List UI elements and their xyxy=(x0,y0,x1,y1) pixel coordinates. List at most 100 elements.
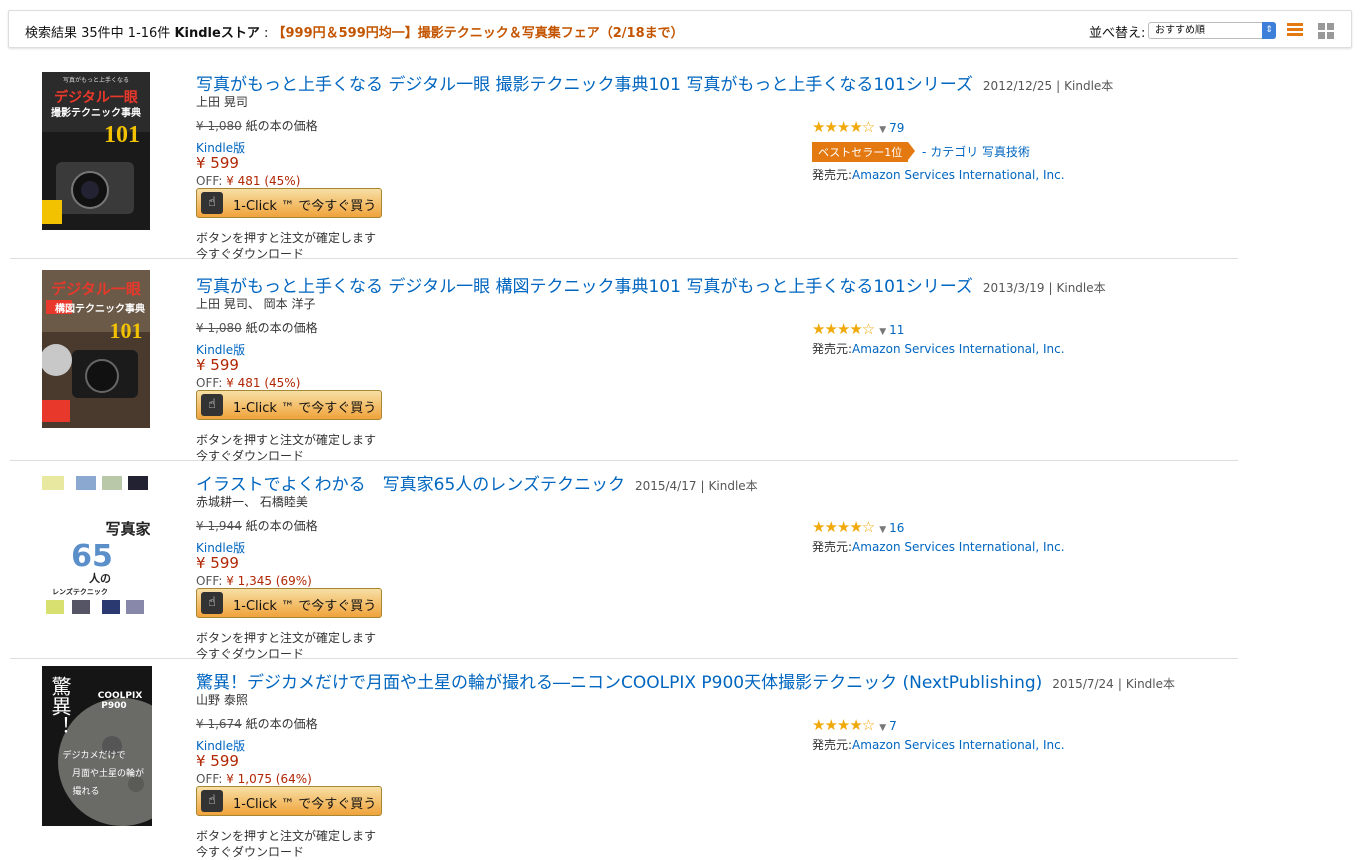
discount: OFF: ¥ 481 (45%) xyxy=(196,174,300,188)
cover-text: デジタル一眼 xyxy=(51,280,141,298)
store-name: Kindleストア xyxy=(174,26,260,41)
discount: OFF: ¥ 481 (45%) xyxy=(196,376,300,390)
star-rating-icon[interactable]: ★★★★☆ xyxy=(812,518,875,536)
off-amount: ¥ 1,345 (69%) xyxy=(226,574,312,588)
one-click-label: 1-Click ™ で今すぐ買う xyxy=(233,599,377,614)
confirm-note: ボタンを押すと注文が確定します 今すぐダウンロード xyxy=(196,230,376,262)
one-click-buy-button[interactable]: ☝ 1-Click ™ で今すぐ買う xyxy=(196,588,382,618)
star-rating-icon[interactable]: ★★★★☆ xyxy=(812,118,875,136)
paper-price-value: ¥ 1,080 xyxy=(196,119,242,133)
off-label: OFF: xyxy=(196,376,227,390)
results-summary: 検索結果 35件中 1-16件 Kindleストア : 【999円＆599円均一… xyxy=(25,22,684,41)
review-count-link[interactable]: 7 xyxy=(889,719,897,733)
category-link[interactable]: 写真技術 xyxy=(982,145,1030,159)
list-view-icon[interactable] xyxy=(1287,23,1303,39)
result-count: 検索結果 35件中 1-16件 xyxy=(25,26,171,41)
author: 山野 泰照 xyxy=(196,693,248,707)
seller-name-link[interactable]: Amazon Services International, Inc. xyxy=(852,342,1065,356)
book-cover[interactable]: デジタル一眼 構図テクニック事典 101 xyxy=(42,270,150,428)
format-label: Kindle本 xyxy=(1125,677,1176,691)
rating: ★★★★☆ ▼ 11 xyxy=(812,320,904,338)
pointer-hand-icon: ☝ xyxy=(201,394,223,416)
cover-text: COOLPIX xyxy=(98,691,143,701)
kindle-price: ¥ 599 xyxy=(196,154,239,172)
summary-separator: : xyxy=(259,26,273,41)
sort-dropdown[interactable]: おすすめ順 ⇕ xyxy=(1148,22,1276,39)
chevron-updown-icon: ⇕ xyxy=(1262,22,1276,39)
star-rating-icon[interactable]: ★★★★☆ xyxy=(812,716,875,734)
pointer-hand-icon: ☝ xyxy=(201,790,223,812)
paper-price-value: ¥ 1,674 xyxy=(196,717,242,731)
meta-divider: | xyxy=(1048,281,1053,295)
cover-text: 写真がもっと上手くなる xyxy=(63,76,129,84)
format-label: Kindle本 xyxy=(1064,79,1114,93)
seller: 発売元:Amazon Services International, Inc. xyxy=(812,736,1065,753)
title-row: イラストでよくわかる 写真家65人のレンズテクニック 2015/4/17 | Kind… xyxy=(196,470,758,495)
publish-date: 2015/7/24 xyxy=(1052,677,1114,691)
discount: OFF: ¥ 1,345 (69%) xyxy=(196,574,312,588)
off-label: OFF: xyxy=(196,174,227,188)
one-click-buy-button[interactable]: ☝ 1-Click ™ で今すぐ買う xyxy=(196,188,382,218)
result-item: 驚異！ COOLPIX P900 デジカメだけで 月面や土星の輪が 撮れる 驚異… xyxy=(10,658,1238,859)
seller-name-link[interactable]: Amazon Services International, Inc. xyxy=(852,168,1065,182)
paper-price: ¥ 1,944 紙の本の価格 xyxy=(196,517,318,534)
title-row: 写真がもっと上手くなる デジタル一眼 撮影テクニック事典101 写真がもっと上手… xyxy=(196,70,1113,95)
cover-text: 101 xyxy=(110,318,143,343)
rating: ★★★★☆ ▼ 7 xyxy=(812,716,897,734)
cover-text: デジカメだけで xyxy=(62,749,125,761)
seller: 発売元:Amazon Services International, Inc. xyxy=(812,538,1065,555)
confirm-line: ボタンを押すと注文が確定します xyxy=(196,829,377,843)
star-rating-icon[interactable]: ★★★★☆ xyxy=(812,320,875,338)
chevron-down-icon[interactable]: ▼ xyxy=(879,125,886,135)
paper-price: ¥ 1,080 紙の本の価格 xyxy=(196,117,318,134)
review-count-link[interactable]: 16 xyxy=(889,521,904,535)
result-item: 写真がもっと上手くなる デジタル一眼 撮影テクニック事典 101 写真がもっと上… xyxy=(10,60,1238,262)
meta-divider: | xyxy=(1056,79,1061,93)
format-label: Kindle本 xyxy=(708,479,758,493)
result-item: 写真家 65 人の レンズテクニック イラストでよくわかる 写真家65人のレンズ… xyxy=(10,460,1238,661)
paper-price-value: ¥ 1,944 xyxy=(196,519,242,533)
confirm-line: ボタンを押すと注文が確定します xyxy=(196,433,377,447)
book-cover[interactable]: 写真家 65 人の レンズテクニック xyxy=(42,474,150,632)
title-row: 驚異！デジカメだけで月面や土星の輪が撮れる―ニコンCOOLPIX P900天体撮… xyxy=(196,668,1175,693)
one-click-buy-button[interactable]: ☝ 1-Click ™ で今すぐ買う xyxy=(196,786,382,816)
bestseller-row: ベストセラー1位 - カテゴリ 写真技術 xyxy=(812,142,1030,162)
one-click-label: 1-Click ™ で今すぐ買う xyxy=(233,199,377,214)
meta-divider: | xyxy=(700,479,705,493)
seller-label: 発売元: xyxy=(812,342,853,356)
off-amount: ¥ 481 (45%) xyxy=(226,174,301,188)
chevron-down-icon[interactable]: ▼ xyxy=(879,723,886,733)
one-click-buy-button[interactable]: ☝ 1-Click ™ で今すぐ買う xyxy=(196,390,382,420)
grid-view-icon[interactable] xyxy=(1318,23,1335,40)
confirm-line: ボタンを押すと注文が確定します xyxy=(196,231,377,245)
cover-text: デジタル一眼 xyxy=(54,89,138,106)
author: 上田 晃司 xyxy=(196,95,248,109)
seller-label: 発売元: xyxy=(812,738,853,752)
book-title-link[interactable]: 写真がもっと上手くなる デジタル一眼 構図テクニック事典101 写真がもっと上手… xyxy=(196,277,973,297)
review-count-link[interactable]: 79 xyxy=(889,121,904,135)
sort-label: 並べ替え: xyxy=(1089,26,1146,41)
seller-name-link[interactable]: Amazon Services International, Inc. xyxy=(852,540,1065,554)
kindle-price: ¥ 599 xyxy=(196,356,239,374)
title-row: 写真がもっと上手くなる デジタル一眼 構図テクニック事典101 写真がもっと上手… xyxy=(196,272,1106,297)
cover-text: P900 xyxy=(101,701,126,711)
chevron-down-icon[interactable]: ▼ xyxy=(879,327,886,337)
book-cover[interactable]: 驚異！ COOLPIX P900 デジカメだけで 月面や土星の輪が 撮れる xyxy=(42,666,152,826)
kindle-price: ¥ 599 xyxy=(196,554,239,572)
review-count-link[interactable]: 11 xyxy=(889,323,904,337)
paper-price-label: 紙の本の価格 xyxy=(245,717,318,731)
book-cover[interactable]: 写真がもっと上手くなる デジタル一眼 撮影テクニック事典 101 xyxy=(42,72,150,230)
seller-name-link[interactable]: Amazon Services International, Inc. xyxy=(852,738,1065,752)
format-label: Kindle本 xyxy=(1056,281,1106,295)
cover-text: 撮れる xyxy=(72,785,99,797)
publish-date: 2015/4/17 xyxy=(634,479,697,493)
book-title-link[interactable]: 写真がもっと上手くなる デジタル一眼 撮影テクニック事典101 写真がもっと上手… xyxy=(196,75,973,95)
chevron-down-icon[interactable]: ▼ xyxy=(879,525,886,535)
cover-text: 構図テクニック事典 xyxy=(55,302,145,315)
paper-price-label: 紙の本の価格 xyxy=(245,519,318,533)
book-title-link[interactable]: イラストでよくわかる 写真家65人のレンズテクニック xyxy=(196,475,625,495)
seller: 発売元:Amazon Services International, Inc. xyxy=(812,166,1065,183)
book-title-link[interactable]: 驚異！デジカメだけで月面や土星の輪が撮れる―ニコンCOOLPIX P900天体撮… xyxy=(196,673,1042,693)
download-line: 今すぐダウンロード xyxy=(196,845,305,859)
confirm-note: ボタンを押すと注文が確定します 今すぐダウンロード xyxy=(196,828,376,860)
